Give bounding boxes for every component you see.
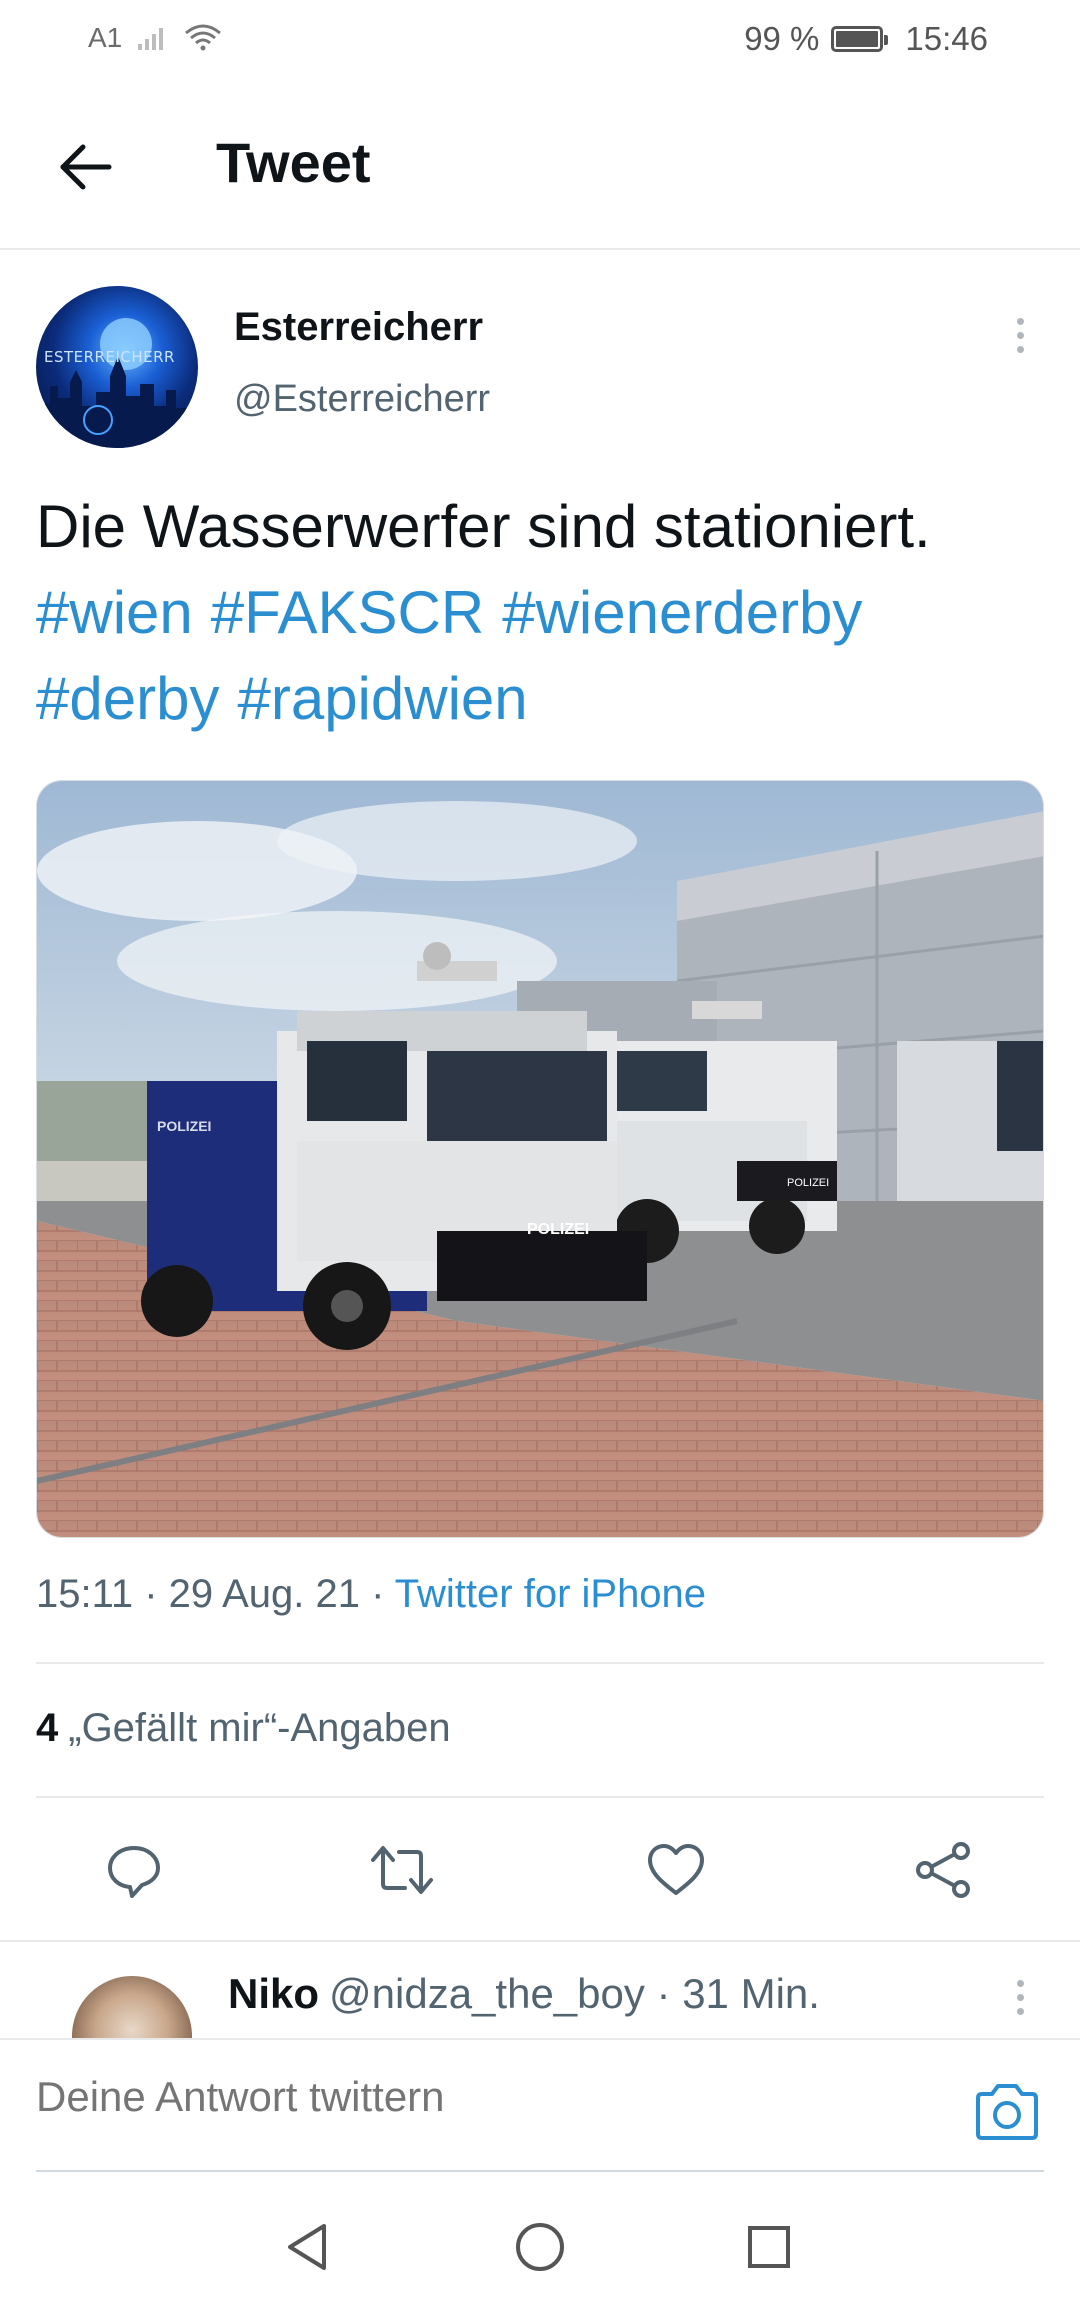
section-divider xyxy=(0,1940,1080,1942)
tweet-timestamp: 15:11 · 29 Aug. 21 · xyxy=(36,1572,395,1616)
police-water-cannon-photo: POLIZEI POLIZEI POLIZEI xyxy=(37,781,1043,1537)
nav-recents-button[interactable] xyxy=(734,2212,804,2282)
like-icon xyxy=(648,1844,704,1895)
reply-button[interactable] xyxy=(94,1830,174,1910)
tweet-more-button[interactable] xyxy=(1000,310,1040,360)
like-button[interactable] xyxy=(636,1830,716,1910)
truck2-front-label: POLIZEI xyxy=(787,1177,829,1189)
reply-compose-bar xyxy=(0,2038,1080,2173)
hashtag-link[interactable]: #FAKSCR xyxy=(211,579,484,646)
author-name[interactable]: Esterreicherr xyxy=(234,305,483,350)
top-header: Tweet xyxy=(0,82,1080,250)
reply-more-button[interactable] xyxy=(1000,1972,1040,2022)
camera-icon xyxy=(976,2084,1038,2140)
share-button[interactable] xyxy=(904,1830,984,1910)
retweet-icon xyxy=(371,1846,433,1894)
camera-button[interactable] xyxy=(972,2080,1042,2144)
tweet-source-link[interactable]: Twitter for iPhone xyxy=(395,1572,706,1616)
status-left: A1 xyxy=(88,22,222,54)
status-bar: A1 99 % 15:46 xyxy=(0,0,1080,82)
likes-count: 4 xyxy=(36,1706,59,1750)
reply-header[interactable]: Niko @nidza_the_boy · 31 Min. xyxy=(228,1970,820,2018)
tweet-actions xyxy=(36,1830,1044,1910)
more-dot-icon xyxy=(1016,2007,1024,2015)
carrier-label: A1 xyxy=(88,22,123,53)
triangle-back-icon xyxy=(288,2224,326,2270)
likes-summary[interactable]: 4 „Gefällt mir“-Angaben xyxy=(36,1706,451,1751)
nav-back-button[interactable] xyxy=(272,2212,342,2282)
hashtag-link[interactable]: #wienerderby xyxy=(502,579,862,646)
wifi-icon xyxy=(185,24,222,51)
divider xyxy=(36,1796,1044,1798)
divider xyxy=(36,1662,1044,1664)
share-icon xyxy=(916,1842,970,1898)
clock: 15:46 xyxy=(905,20,988,57)
status-right: 99 % 15:46 xyxy=(744,20,988,58)
retweet-button[interactable] xyxy=(362,1830,442,1910)
reply-input[interactable] xyxy=(36,2062,936,2132)
truck-front-label: POLIZEI xyxy=(527,1221,589,1238)
reply-author-name: Niko xyxy=(228,1970,320,2017)
reply-icon xyxy=(108,1846,160,1898)
back-button[interactable] xyxy=(50,132,120,202)
tweet-text: Die Wasserwerfer sind stationiert. xyxy=(36,493,931,560)
more-dot-icon xyxy=(1016,1979,1024,1987)
avatar-skyline-graphic xyxy=(36,318,198,448)
more-dot-icon xyxy=(1016,1993,1024,2001)
more-dot-icon xyxy=(1016,317,1024,325)
hashtag-link[interactable]: #wien xyxy=(36,579,193,646)
battery-icon xyxy=(831,26,889,52)
square-recents-icon xyxy=(748,2226,790,2268)
more-dot-icon xyxy=(1016,345,1024,353)
page-title: Tweet xyxy=(216,131,371,194)
tweet-meta: 15:11 · 29 Aug. 21 · Twitter for iPhone xyxy=(36,1572,706,1617)
likes-label: „Gefällt mir“-Angaben xyxy=(68,1706,451,1750)
author-avatar[interactable]: ESTERREICHERR xyxy=(36,286,198,448)
tweet-hashtags: #wien #FAKSCR #wienerderby #derby #rapidwie… xyxy=(36,570,1036,742)
reply-avatar[interactable] xyxy=(72,1976,192,2038)
more-dot-icon xyxy=(1016,331,1024,339)
hashtag-link[interactable]: #rapidwien xyxy=(237,665,527,732)
circle-home-icon xyxy=(516,2223,564,2271)
hashtag-link[interactable]: #derby xyxy=(36,665,219,732)
reply-avatar-image xyxy=(72,1976,192,2038)
reply-meta: @nidza_the_boy · 31 Min. xyxy=(329,1970,820,2017)
nav-home-button[interactable] xyxy=(505,2212,575,2282)
author-handle[interactable]: @Esterreicherr xyxy=(234,378,490,421)
signal-icon xyxy=(138,28,164,50)
tweet-photo[interactable]: POLIZEI POLIZEI POLIZEI xyxy=(36,780,1044,1538)
system-navigation-bar xyxy=(0,2172,1080,2312)
avatar-logo-text: ESTERREICHERR xyxy=(44,348,175,366)
truck-side-label: POLIZEI xyxy=(157,1118,211,1134)
battery-percent: 99 % xyxy=(744,20,820,57)
arrow-left-icon xyxy=(60,144,112,190)
